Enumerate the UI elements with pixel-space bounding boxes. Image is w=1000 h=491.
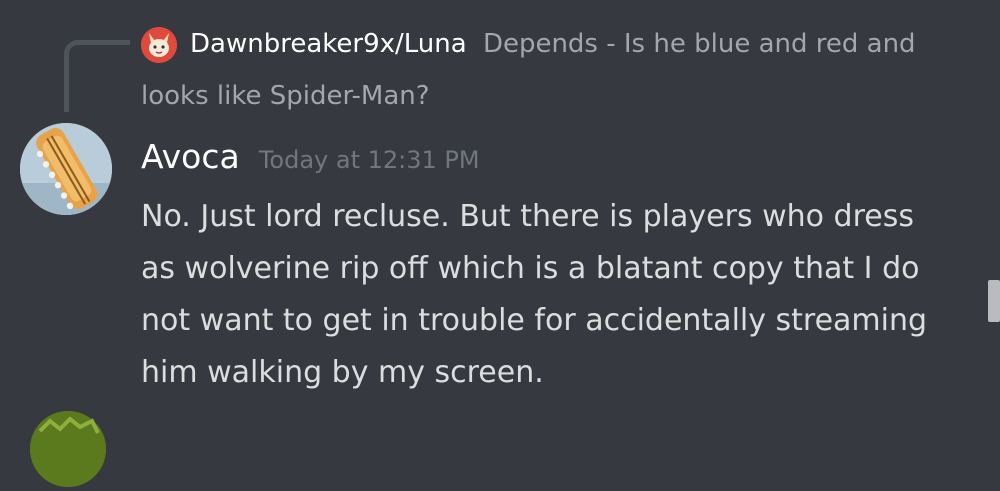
reply-author-avatar[interactable] xyxy=(141,27,177,63)
message-body: No. Just lord recluse. But there is play… xyxy=(141,191,971,399)
reply-snippet-line2: looks like Spider-Man? xyxy=(141,81,430,111)
fox-avatar-icon xyxy=(141,27,177,63)
green-avatar-icon xyxy=(30,411,106,487)
scrollbar-thumb[interactable] xyxy=(988,280,1000,322)
author-name[interactable]: Avoca xyxy=(141,137,240,176)
message-line: No. Just lord recluse. But there is play… xyxy=(141,199,914,234)
message-line: him walking by my screen. xyxy=(141,355,544,390)
message-header: Avoca Today at 12:31 PM xyxy=(141,135,480,182)
guitar-headstock-avatar xyxy=(20,123,112,215)
next-message-avatar[interactable] xyxy=(30,411,106,487)
reply-author-name[interactable]: Dawnbreaker9x/Luna xyxy=(190,29,467,59)
reply-connector-line xyxy=(64,40,130,112)
reply-preview[interactable]: Dawnbreaker9x/Luna Depends - Is he blue … xyxy=(190,26,980,62)
message-line: not want to get in trouble for accidenta… xyxy=(141,303,928,338)
message-line: as wolverine rip off which is a blatant … xyxy=(141,251,920,286)
author-avatar[interactable] xyxy=(20,123,112,215)
message-timestamp[interactable]: Today at 12:31 PM xyxy=(259,146,480,174)
reply-snippet-line1: Depends - Is he blue and red and xyxy=(482,29,916,59)
